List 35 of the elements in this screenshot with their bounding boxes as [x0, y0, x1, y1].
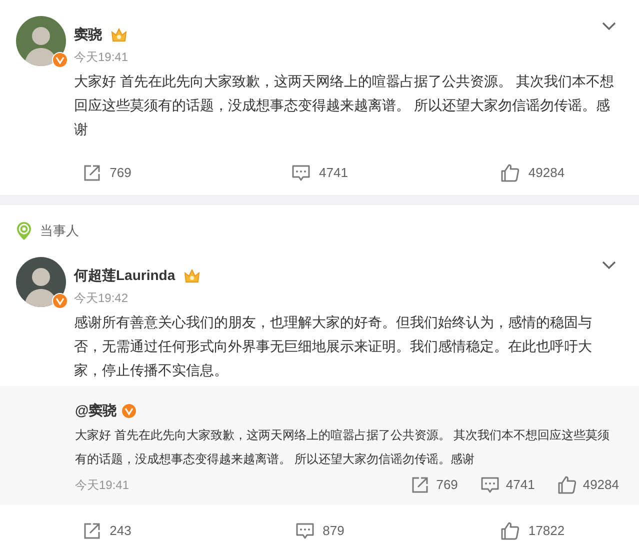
comment-icon	[291, 163, 312, 183]
crown-icon	[110, 26, 128, 42]
verified-icon	[52, 293, 68, 309]
share-icon	[82, 163, 102, 183]
location-pin-icon	[16, 221, 32, 241]
post-time[interactable]: 今天19:42	[74, 290, 128, 306]
verified-icon	[120, 402, 137, 418]
verified-icon	[52, 52, 68, 68]
quoted-text: 大家好 首先在此先向大家致歉，这两天网络上的喧嚣占据了公共资源。 其次我们本不想回应这些莫须有的话题，没成想事态变得越来越离谱。 所以还望大家勿信谣勿传谣。感谢	[75, 427, 611, 468]
avatar	[16, 16, 66, 66]
thumbs-up-icon	[500, 521, 520, 541]
post-text: 感谢所有善意关心我们的朋友，也理解大家的好奇。但我们始终认为，感情的稳固与否，无需通过任何形式向外界事无巨细地展示来证明。我们感情稳定。在此也呼吁大家，停止传播不实信息。	[74, 313, 593, 380]
section-label: 当事人	[40, 222, 79, 240]
author-name[interactable]: 窦骁	[74, 24, 102, 45]
author-link[interactable]: @窦骁	[75, 400, 117, 421]
comment-icon	[480, 475, 500, 495]
like-button[interactable]: 49284	[426, 163, 639, 183]
like-button[interactable]: 17822	[426, 521, 639, 541]
share-icon	[82, 521, 102, 541]
comment-icon	[294, 521, 315, 541]
post-time[interactable]: 今天19:41	[74, 49, 128, 65]
share-icon	[410, 475, 430, 495]
repost-button[interactable]: 769	[410, 475, 458, 495]
like-button[interactable]: 49284	[556, 475, 619, 495]
comment-button[interactable]: 4741	[213, 163, 426, 183]
thumbs-up-icon	[500, 163, 520, 183]
repost-button[interactable]: 769	[0, 163, 213, 183]
avatar	[16, 257, 66, 307]
comment-button[interactable]: 879	[213, 521, 426, 541]
thumbs-up-icon	[556, 475, 577, 495]
repost-button[interactable]: 243	[0, 521, 213, 541]
post-text: 大家好 首先在此先向大家致歉，这两天网络上的喧嚣占据了公共资源。 其次我们本不想回应这些莫须有的话题，没成想事态变得越来越离谱。 所以还望大家勿信谣勿传谣。感谢	[74, 72, 615, 139]
author-name[interactable]: 何超莲Laurinda	[74, 265, 176, 286]
crown-icon	[183, 268, 202, 284]
comment-button[interactable]: 4741	[480, 475, 535, 495]
